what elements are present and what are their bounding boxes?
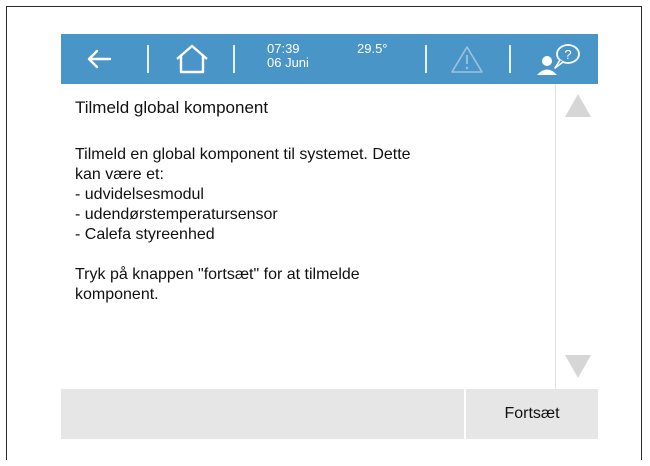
- back-button[interactable]: [79, 34, 119, 84]
- scroll-down-icon[interactable]: [564, 354, 592, 380]
- separator: [147, 45, 149, 73]
- text-line: Tryk på knappen "fortsæt" for at tilmeld…: [75, 266, 360, 283]
- text-line: - Calefa styreenhed: [75, 226, 215, 243]
- time-text: 07:39: [267, 41, 300, 56]
- text-line: komponent.: [75, 286, 159, 303]
- top-bar: 07:39 06 Juni 29.5° ?: [61, 34, 598, 84]
- clock-display: 07:39 06 Juni: [267, 42, 309, 70]
- svg-text:?: ?: [564, 47, 571, 62]
- text-line: [75, 245, 545, 265]
- bottom-bar: Fortsæt: [61, 389, 598, 439]
- continue-button[interactable]: Fortsæt: [464, 389, 598, 439]
- back-arrow-icon: [87, 49, 112, 69]
- separator: [233, 45, 235, 73]
- display-screen: 07:39 06 Juni 29.5° ? Tilmeld global kom…: [61, 34, 599, 439]
- date-text: 06 Juni: [267, 55, 309, 70]
- page-title: Tilmeld global komponent: [75, 98, 269, 117]
- empty-footer-slot: [61, 389, 462, 439]
- warning-button[interactable]: [445, 34, 489, 84]
- home-icon: [176, 44, 208, 74]
- separator: [425, 45, 427, 73]
- scrollbar[interactable]: [555, 84, 599, 389]
- text-line: kan være et:: [75, 166, 164, 183]
- text-line: Tilmeld en global komponent til systemet…: [75, 146, 411, 163]
- warning-icon: [451, 46, 483, 73]
- description-text: Tilmeld en global komponent til systemet…: [75, 145, 545, 305]
- help-button[interactable]: ?: [527, 34, 587, 84]
- scroll-up-icon[interactable]: [564, 92, 592, 118]
- temperature-text: 29.5°: [357, 41, 388, 56]
- separator: [509, 45, 511, 73]
- text-line: - udendørstemperatursensor: [75, 206, 278, 223]
- user-help-icon: ?: [537, 44, 580, 75]
- text-line: - udvidelsesmodul: [75, 186, 204, 203]
- home-button[interactable]: [169, 34, 215, 84]
